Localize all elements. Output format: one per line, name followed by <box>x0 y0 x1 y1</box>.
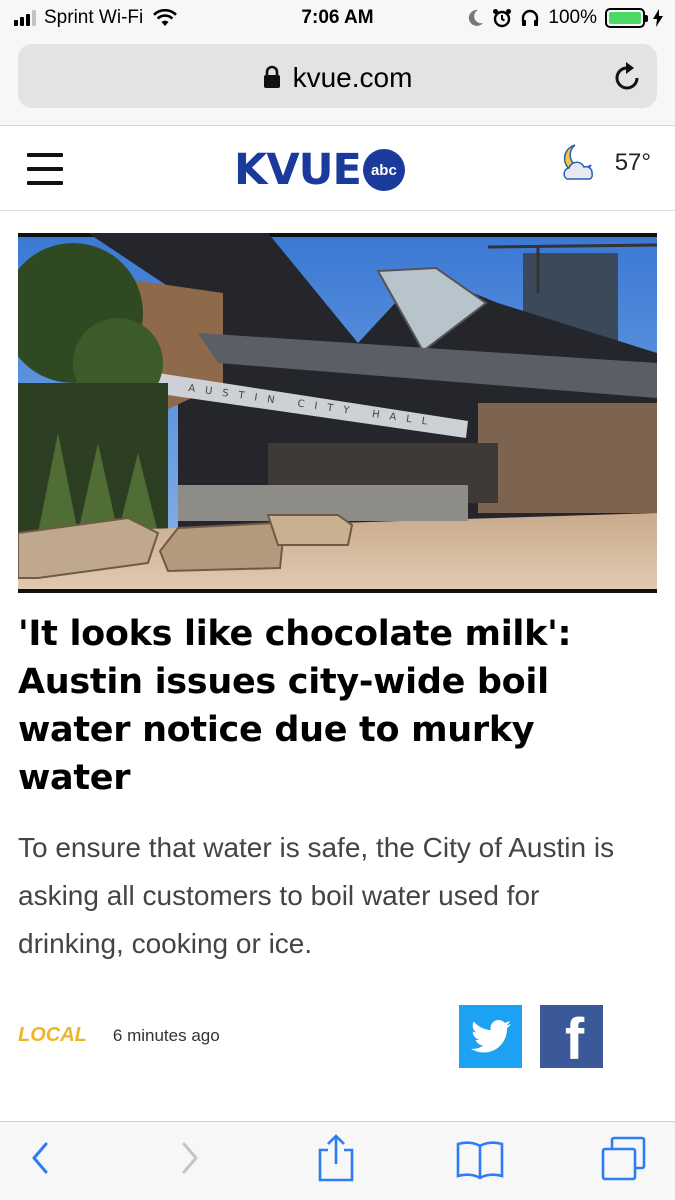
bookmarks-book-icon[interactable] <box>456 1140 504 1180</box>
tabs-icon[interactable] <box>600 1136 648 1182</box>
twitter-bird-icon <box>470 1019 511 1052</box>
charging-bolt-icon <box>653 9 663 27</box>
url-display[interactable]: kvue.com <box>18 62 657 94</box>
category-label[interactable]: LOCAL <box>18 1024 87 1047</box>
share-twitter-button[interactable] <box>459 1005 522 1068</box>
url-text: kvue.com <box>292 62 413 93</box>
share-icon[interactable] <box>316 1134 356 1182</box>
site-header: KVUE abc 57° <box>0 127 675 211</box>
do-not-disturb-moon-icon <box>469 9 484 26</box>
back-chevron-icon[interactable] <box>28 1138 52 1178</box>
article-summary: To ensure that water is safe, the City o… <box>18 832 615 959</box>
weather-widget[interactable]: 57° <box>557 143 651 183</box>
article-headline[interactable]: 'It looks like chocolate milk': Austin i… <box>18 610 658 802</box>
battery-icon <box>605 8 648 28</box>
browser-address-area: kvue.com <box>0 38 675 126</box>
share-facebook-button[interactable]: f <box>540 1005 603 1068</box>
menu-hamburger-icon[interactable] <box>27 153 63 185</box>
lock-icon <box>263 65 280 88</box>
published-time: 6 minutes ago <box>112 1025 220 1045</box>
kvue-logo[interactable]: KVUE abc <box>234 147 405 193</box>
weather-temperature: 57° <box>614 149 651 176</box>
forward-chevron-icon[interactable] <box>178 1138 202 1178</box>
moon-cloud-icon <box>563 144 593 180</box>
facebook-f-icon: f <box>564 1007 585 1069</box>
battery-percent: 100% <box>548 7 597 28</box>
address-bar[interactable]: kvue.com <box>18 44 657 108</box>
status-bar: Sprint Wi-Fi 7:06 AM 100% <box>0 0 675 38</box>
article-hero-image[interactable]: AUSTIN CITY HALL <box>18 233 657 593</box>
city-hall-photo: AUSTIN CITY HALL <box>18 233 657 593</box>
status-right: 100% <box>468 7 663 29</box>
headphones-icon <box>522 9 539 26</box>
browser-toolbar <box>0 1121 675 1200</box>
abc-badge: abc <box>362 149 405 191</box>
reload-icon[interactable] <box>613 60 643 92</box>
logo-text: KVUE <box>234 145 362 195</box>
article-meta: LOCAL 6 minutes ago <box>18 1024 220 1047</box>
alarm-clock-icon <box>493 9 512 28</box>
